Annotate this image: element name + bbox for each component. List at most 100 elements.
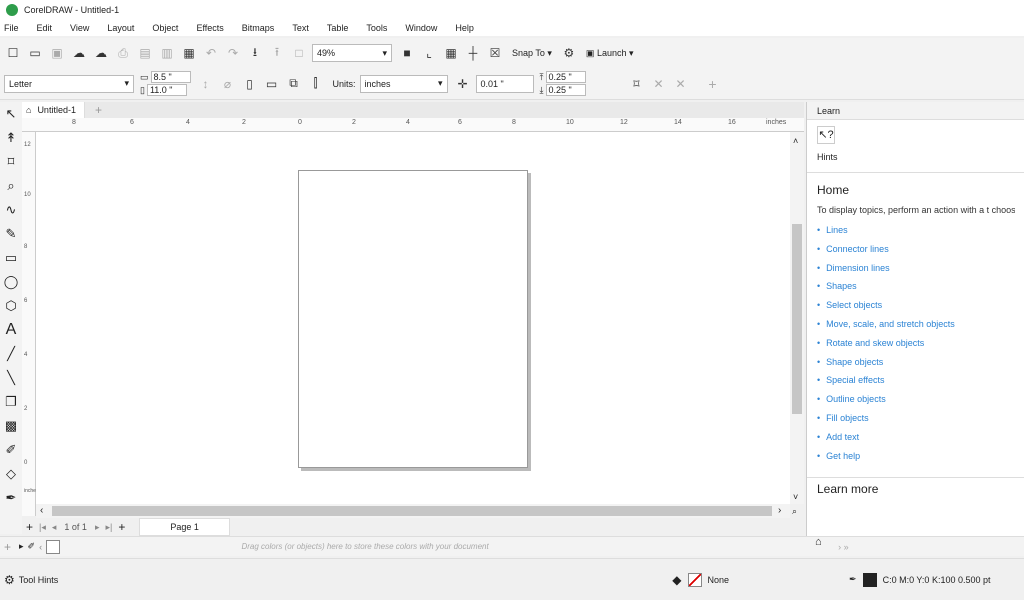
chevron-left-icon[interactable]: ‹ xyxy=(40,505,43,516)
cloud-export-icon[interactable]: ☁ xyxy=(92,44,110,62)
palette-scroll-right-icon[interactable]: › » xyxy=(838,542,849,552)
tab-untitled-1[interactable]: ⌂ Untitled-1 xyxy=(22,102,85,118)
menu-layout[interactable]: Layout xyxy=(107,23,134,33)
copy-icon[interactable]: ▥ xyxy=(158,44,176,62)
all-pages-icon[interactable]: ⧉ xyxy=(285,75,303,93)
learn-link[interactable]: Dimension lines xyxy=(817,259,1024,278)
add-icon[interactable]: + xyxy=(704,75,722,93)
tab-page-1[interactable]: Page 1 xyxy=(139,518,230,536)
grid-icon[interactable]: ▦ xyxy=(442,44,460,62)
crop-tool-icon[interactable]: ⌑ xyxy=(0,150,22,174)
learn-link[interactable]: Connector lines xyxy=(817,240,1024,259)
chevron-down-icon[interactable]: ˅ xyxy=(793,492,798,502)
new-tab-icon[interactable]: + xyxy=(95,103,102,117)
pdf-icon[interactable]: □ xyxy=(290,44,308,62)
dup-x-input[interactable]: 0.25 " xyxy=(545,71,586,83)
menu-edit[interactable]: Edit xyxy=(37,23,53,33)
spin-arrows-icon[interactable]: ↕ xyxy=(197,75,215,93)
home-icon[interactable]: ⌂ xyxy=(815,536,822,548)
menu-window[interactable]: Window xyxy=(405,23,437,33)
gear-icon[interactable]: ⚙ xyxy=(560,44,578,62)
page-width-input[interactable]: 8.5 " xyxy=(150,71,191,83)
learn-link[interactable]: Shapes xyxy=(817,277,1024,296)
artistic-media-icon[interactable]: ✎ xyxy=(0,222,22,246)
zoom-tool-icon[interactable]: ⌕ xyxy=(0,174,22,198)
menu-bitmaps[interactable]: Bitmaps xyxy=(242,23,275,33)
pick-tool-icon[interactable]: ↖ xyxy=(0,102,22,126)
outline-color-swatch[interactable] xyxy=(862,572,877,587)
fill-bucket-icon[interactable]: ◆ xyxy=(672,573,681,587)
export-icon[interactable]: ⭱ xyxy=(268,44,286,62)
pick-tool-hint-icon[interactable]: ↖? xyxy=(817,126,835,144)
polygon-tool-icon[interactable]: ⬡ xyxy=(0,294,22,318)
dup-y-input[interactable]: 0.25 " xyxy=(545,84,586,96)
previous-page-icon[interactable]: ◂ xyxy=(52,522,57,533)
page-frame-icon[interactable]: ⌑ xyxy=(628,75,646,93)
cloud-import-icon[interactable]: ☁ xyxy=(70,44,88,62)
interactive-fill-icon[interactable]: ◇ xyxy=(0,462,22,486)
print-icon[interactable]: ⎙ xyxy=(114,44,132,62)
palette-expand-icon[interactable]: ▸ xyxy=(19,541,24,552)
menu-view[interactable]: View xyxy=(70,23,89,33)
learn-link[interactable]: Get help xyxy=(817,447,1024,466)
add-page-after-icon[interactable]: + xyxy=(118,520,125,534)
nudge-distance-input[interactable]: 0.01 " xyxy=(475,74,534,93)
new-icon[interactable]: ☐ xyxy=(4,44,22,62)
add-page-before-icon[interactable]: + xyxy=(26,520,33,534)
learn-link[interactable]: Fill objects xyxy=(817,409,1024,428)
add-color-icon[interactable]: + xyxy=(4,540,11,554)
menu-tools[interactable]: Tools xyxy=(366,23,387,33)
page-height-input[interactable]: 11.0 " xyxy=(146,84,187,96)
shape-tool-icon[interactable]: ↟ xyxy=(0,126,22,150)
menu-table[interactable]: Table xyxy=(327,23,349,33)
first-page-icon[interactable]: |◂ xyxy=(39,522,46,533)
save-icon[interactable]: ▣ xyxy=(48,44,66,62)
learn-link[interactable]: Shape objects xyxy=(817,353,1024,372)
transparency-icon[interactable]: ▩ xyxy=(0,414,22,438)
open-icon[interactable]: ▭ xyxy=(26,44,44,62)
rulers-icon[interactable]: ⌞ xyxy=(420,44,438,62)
ellipse-tool-icon[interactable]: ◯ xyxy=(0,270,22,294)
menu-help[interactable]: Help xyxy=(455,23,474,33)
eyedropper-icon[interactable]: ✐ xyxy=(0,438,22,462)
orientation-lock-icon[interactable]: ⌀ xyxy=(219,75,237,93)
menu-text[interactable]: Text xyxy=(292,23,309,33)
connector-tool-icon[interactable]: ╲ xyxy=(0,366,22,390)
no-fill-swatch[interactable] xyxy=(687,572,702,587)
last-page-icon[interactable]: ▸| xyxy=(105,522,112,533)
vertical-scrollbar[interactable]: ˄ ˅ xyxy=(790,132,804,504)
learn-link[interactable]: Outline objects xyxy=(817,390,1024,409)
no-color-swatch[interactable] xyxy=(46,539,61,554)
zoom-corner-icon[interactable]: ⌕ xyxy=(792,506,797,517)
smart-fill-icon[interactable]: ✒ xyxy=(0,486,22,510)
eyedropper-icon[interactable]: ✐ xyxy=(28,541,36,552)
vertical-scroll-thumb[interactable] xyxy=(792,224,802,414)
document-page[interactable] xyxy=(298,170,528,468)
learn-link[interactable]: Rotate and skew objects xyxy=(817,334,1024,353)
learn-link[interactable]: Select objects xyxy=(817,296,1024,315)
learn-link[interactable]: Special effects xyxy=(817,371,1024,390)
palette-scroll-left-icon[interactable]: ‹ xyxy=(39,542,42,552)
outline-pen-icon[interactable]: ✒ xyxy=(849,574,857,585)
portrait-icon[interactable]: ▯ xyxy=(241,75,259,93)
learn-link[interactable]: Lines xyxy=(817,221,1024,240)
snap-to-dropdown[interactable]: Snap To ▾ xyxy=(512,48,552,59)
paste-icon[interactable]: ▦ xyxy=(180,44,198,62)
page-size-combo[interactable]: Letter ▾ xyxy=(4,74,134,93)
treat-as-filled-icon[interactable]: ✕ xyxy=(650,75,668,93)
rectangle-tool-icon[interactable]: ▭ xyxy=(0,246,22,270)
horizontal-scrollbar[interactable]: ‹ › xyxy=(36,504,790,518)
menu-file[interactable]: File xyxy=(4,23,19,33)
text-tool-icon[interactable]: A xyxy=(0,318,22,342)
gear-icon[interactable]: ⚙ xyxy=(4,573,15,587)
launch-dropdown[interactable]: ▣ Launch ▾ xyxy=(586,48,634,59)
chevron-up-icon[interactable]: ˄ xyxy=(793,136,798,146)
units-combo[interactable]: inches ▾ xyxy=(359,74,448,93)
draw-tools-icon[interactable]: ✕ xyxy=(672,75,690,93)
next-page-icon[interactable]: ▸ xyxy=(95,522,100,533)
learn-link[interactable]: Move, scale, and stretch objects xyxy=(817,315,1024,334)
menu-effects[interactable]: Effects xyxy=(196,23,223,33)
snap-icon[interactable]: ☒ xyxy=(486,44,504,62)
drop-shadow-icon[interactable]: ❐ xyxy=(0,390,22,414)
chevron-right-icon[interactable]: › xyxy=(778,505,781,516)
